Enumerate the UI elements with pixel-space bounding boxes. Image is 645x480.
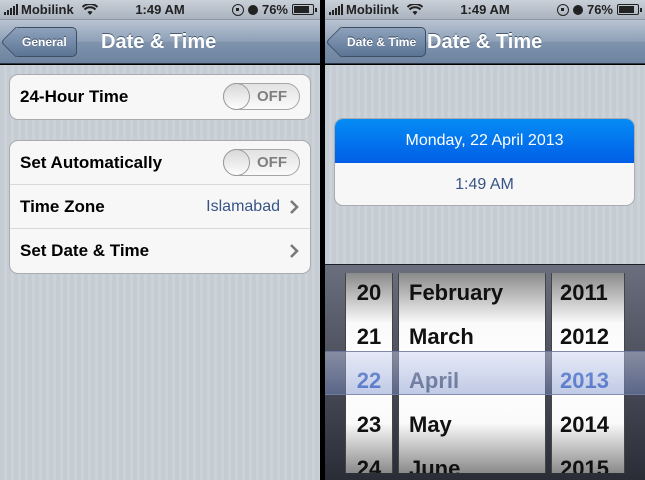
navigation-bar: Date & Time Date & Time [325, 20, 645, 64]
switch-state: OFF [257, 88, 287, 105]
picker-row: 2011 [560, 280, 608, 305]
chevron-right-icon [288, 243, 300, 259]
picker-row: June [409, 456, 461, 473]
set-date-time-screen: Mobilink 1:49 AM 76% Date & Time Date & … [325, 0, 645, 480]
month-wheel[interactable]: February March April May June [398, 273, 546, 473]
cell-label: Time Zone [20, 197, 105, 216]
cell-label: Set Date & Time [20, 241, 150, 260]
page-title: Date & Time [427, 31, 543, 53]
navigation-bar: General Date & Time [0, 20, 320, 64]
orientation-lock-icon [231, 3, 244, 16]
picker-row-selected: April [409, 368, 460, 393]
status-bar: Mobilink 1:49 AM 76% [325, 0, 645, 20]
cell-label: 24-Hour Time [20, 87, 129, 106]
toggle-set-automatically[interactable]: OFF [223, 149, 300, 176]
switch-state: OFF [257, 154, 287, 171]
picker-row: 2015 [560, 456, 609, 473]
toggle-24-hour-time[interactable]: OFF [223, 83, 300, 110]
date-row-selected[interactable]: Monday, 22 April 2013 [335, 119, 634, 163]
alarm-icon [572, 4, 583, 15]
picker-row: 2012 [560, 324, 609, 349]
battery-icon [617, 4, 642, 15]
picker-wheels: 20 21 22 23 24 February March April May … [345, 273, 625, 473]
cell-24-hour-time: 24-Hour Time OFF [10, 75, 310, 119]
time-row[interactable]: 1:49 AM [335, 163, 634, 205]
date-time-card: Monday, 22 April 2013 1:49 AM [334, 118, 635, 206]
year-wheel[interactable]: 2011 2012 2013 2014 2015 [551, 273, 625, 473]
settings-screen: Mobilink 1:49 AM 76% General Date & Time… [0, 0, 320, 480]
picker-row-selected: 22 [356, 368, 382, 393]
picker-row: 23 [356, 412, 382, 437]
cell-time-zone[interactable]: Time Zone Islamabad [10, 185, 310, 229]
time-zone-value: Islamabad [206, 198, 280, 215]
time-settings-group: Set Automatically OFF Time Zone Islamaba… [9, 140, 311, 274]
date-picker: 20 21 22 23 24 February March April May … [325, 264, 645, 480]
cell-set-automatically: Set Automatically OFF [10, 141, 310, 185]
day-wheel[interactable]: 20 21 22 23 24 [345, 273, 393, 473]
back-button-date-time[interactable]: Date & Time [341, 27, 427, 57]
battery-percent: 76% [586, 2, 613, 17]
status-bar: Mobilink 1:49 AM 76% [0, 0, 320, 20]
orientation-lock-icon [556, 3, 569, 16]
picker-row: 21 [356, 324, 382, 349]
alarm-icon [247, 4, 258, 15]
back-button-label: General [22, 35, 67, 49]
switch-knob [223, 83, 250, 110]
picker-row: 2014 [560, 412, 609, 437]
hour-format-group: 24-Hour Time OFF [9, 74, 311, 120]
cell-set-date-time[interactable]: Set Date & Time [10, 229, 310, 273]
back-button-label: Date & Time [347, 35, 417, 49]
chevron-right-icon [288, 199, 300, 215]
picker-row: 20 [356, 280, 382, 305]
status-right: 76% [231, 2, 317, 17]
picker-row: February [409, 280, 504, 305]
picker-row: March [409, 324, 474, 349]
switch-knob [223, 149, 250, 176]
cell-label: Set Automatically [20, 153, 163, 172]
back-button-general[interactable]: General [16, 27, 77, 57]
page-title: Date & Time [101, 31, 217, 53]
status-right: 76% [556, 2, 642, 17]
battery-icon [292, 4, 317, 15]
picker-row: May [409, 412, 452, 437]
picker-row-selected: 2013 [560, 368, 609, 393]
battery-percent: 76% [261, 2, 288, 17]
picker-row: 24 [356, 456, 382, 473]
